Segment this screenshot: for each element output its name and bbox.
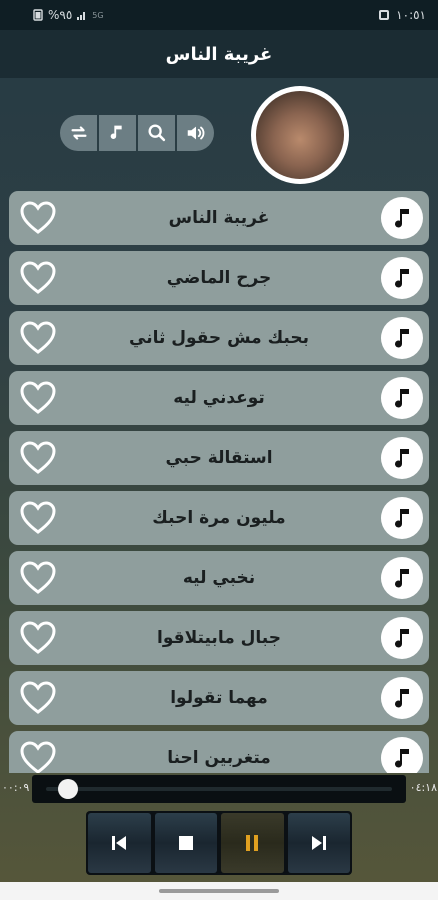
music-note-icon: [395, 449, 409, 468]
elapsed-time: ٠٠:٠٩: [2, 781, 30, 794]
network-type: 5G: [92, 10, 104, 20]
music-note-icon: [395, 509, 409, 528]
song-row[interactable]: استقالة حبي: [9, 431, 429, 485]
song-title: نخبي ليه: [182, 568, 256, 588]
play-song-button[interactable]: [381, 317, 423, 359]
search-button[interactable]: [138, 115, 175, 151]
clock: ١٠:٥١: [396, 8, 426, 22]
music-note-icon: [110, 125, 122, 139]
skip-next-icon: [311, 836, 326, 850]
volume-icon: [187, 126, 204, 140]
heart-icon[interactable]: [19, 680, 57, 716]
heart-icon[interactable]: [19, 740, 57, 773]
song-title: استقالة حبي: [165, 448, 273, 468]
system-nav-bar: [0, 882, 438, 900]
seek-bar[interactable]: [32, 775, 406, 803]
seek-track[interactable]: [46, 787, 392, 791]
control-toolbar: [60, 115, 214, 151]
play-song-button[interactable]: [381, 737, 423, 773]
play-song-button[interactable]: [381, 437, 423, 479]
next-button[interactable]: [287, 813, 350, 873]
music-button[interactable]: [99, 115, 136, 151]
image-notification-icon: [379, 10, 390, 20]
skip-previous-icon: [112, 836, 127, 850]
total-duration: ٠٤:١٨: [409, 781, 437, 794]
heart-icon[interactable]: [19, 320, 57, 356]
song-row[interactable]: جبال مابيتلاقوا: [9, 611, 429, 665]
play-song-button[interactable]: [381, 257, 423, 299]
artist-avatar: [251, 86, 349, 184]
heart-icon[interactable]: [19, 500, 57, 536]
heart-icon[interactable]: [19, 200, 57, 236]
song-row[interactable]: بحبك مش حقول ثاني: [9, 311, 429, 365]
music-note-icon: [395, 329, 409, 348]
heart-icon[interactable]: [19, 560, 57, 596]
app-bar: غريبة الناس: [0, 30, 438, 78]
battery-percent: %٩٥: [48, 8, 73, 22]
song-list: غريبة الناس جرح الماضي بحبك مش حقول ثاني…: [9, 191, 429, 773]
song-title: غريبة الناس: [168, 208, 270, 228]
play-song-button[interactable]: [381, 497, 423, 539]
song-title: متغربين احنا: [167, 748, 271, 768]
music-note-icon: [395, 569, 409, 588]
play-song-button[interactable]: [381, 677, 423, 719]
previous-button[interactable]: [88, 813, 151, 873]
status-right: ١٠:٥١: [378, 8, 426, 22]
play-song-button[interactable]: [381, 377, 423, 419]
play-song-button[interactable]: [381, 617, 423, 659]
repeat-button[interactable]: [60, 115, 97, 151]
song-title: جبال مابيتلاقوا: [157, 628, 281, 648]
music-note-icon: [395, 269, 409, 288]
song-row[interactable]: توعدني ليه: [9, 371, 429, 425]
pause-button[interactable]: [221, 813, 284, 873]
play-song-button[interactable]: [381, 197, 423, 239]
song-row[interactable]: مليون مرة احبك: [9, 491, 429, 545]
pause-icon: [246, 835, 259, 851]
artist-photo: [256, 91, 344, 179]
heart-icon[interactable]: [19, 440, 57, 476]
heart-icon[interactable]: [19, 620, 57, 656]
song-title: جرح الماضي: [166, 268, 272, 288]
song-title: مليون مرة احبك: [152, 508, 286, 528]
app-title: غريبة الناس: [165, 43, 273, 65]
battery-icon: [33, 9, 43, 21]
player-controls: [86, 811, 352, 875]
signal-icon: [77, 12, 86, 20]
heart-icon[interactable]: [19, 380, 57, 416]
stop-icon: [178, 836, 193, 850]
song-title: بحبك مش حقول ثاني: [129, 328, 309, 348]
status-left: %٩٥ 5G: [32, 8, 104, 22]
heart-icon[interactable]: [19, 260, 57, 296]
volume-button[interactable]: [177, 115, 214, 151]
song-row[interactable]: نخبي ليه: [9, 551, 429, 605]
song-title: مهما تقولوا: [170, 688, 268, 708]
repeat-icon: [70, 126, 87, 140]
music-note-icon: [395, 629, 409, 648]
stop-button[interactable]: [154, 813, 217, 873]
song-row[interactable]: متغربين احنا: [9, 731, 429, 773]
music-note-icon: [395, 689, 409, 708]
status-bar: %٩٥ 5G ١٠:٥١: [0, 0, 438, 30]
song-row[interactable]: مهما تقولوا: [9, 671, 429, 725]
song-row[interactable]: غريبة الناس: [9, 191, 429, 245]
seek-thumb[interactable]: [58, 779, 79, 799]
music-note-icon: [395, 389, 409, 408]
home-gesture-handle[interactable]: [159, 889, 279, 893]
play-song-button[interactable]: [381, 557, 423, 599]
music-note-icon: [395, 749, 409, 768]
search-icon: [147, 124, 165, 142]
music-note-icon: [395, 209, 409, 228]
song-row[interactable]: جرح الماضي: [9, 251, 429, 305]
song-title: توعدني ليه: [173, 388, 265, 408]
